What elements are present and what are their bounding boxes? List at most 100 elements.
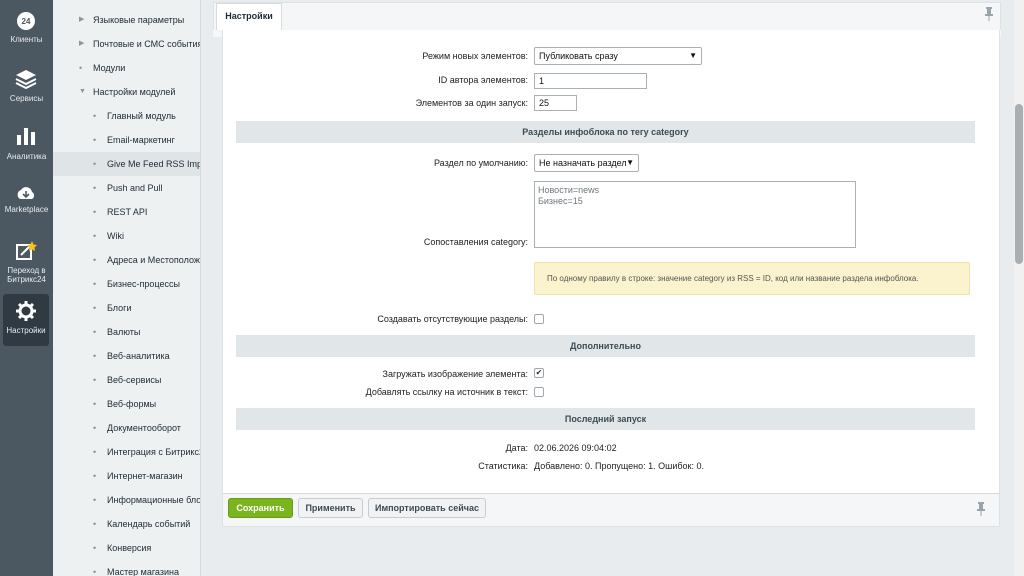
- default-section-label: Раздел по умолчанию:: [433, 158, 528, 168]
- tree-item[interactable]: • REST API: [53, 200, 200, 224]
- left-navigation: 24 Клиенты Сервисы Аналитика Marketplace…: [0, 0, 53, 576]
- expand-arrow-icon[interactable]: ▶: [79, 32, 84, 56]
- bullet-icon: •: [93, 135, 97, 145]
- chevron-down-icon: ▼: [689, 51, 697, 60]
- nav-marketplace-label: Marketplace: [4, 205, 49, 214]
- analytics-icon: [17, 128, 35, 145]
- chevron-down-icon: ▼: [626, 158, 634, 167]
- import-now-button[interactable]: Импортировать сейчас: [368, 498, 486, 518]
- nav-clients-label: Клиенты: [10, 35, 43, 44]
- collapse-arrow-icon[interactable]: ▼: [79, 80, 86, 104]
- mapping-textarea[interactable]: Новости=news Бизнес=15: [534, 181, 856, 248]
- tree-item[interactable]: • Адреса и Местоположе: [53, 248, 200, 272]
- tree-item[interactable]: • Мастер магазина: [53, 560, 200, 576]
- bullet-icon: •: [93, 231, 97, 241]
- tree-item[interactable]: • Веб-формы: [53, 392, 200, 416]
- bullet-icon: •: [93, 447, 97, 457]
- bullet-icon: •: [93, 543, 97, 553]
- tree-item[interactable]: • Веб-аналитика: [53, 344, 200, 368]
- nav-settings-label: Настройки: [6, 326, 46, 335]
- bullet-icon: •: [93, 111, 97, 121]
- load-image-label: Загружать изображение элемента:: [382, 369, 528, 379]
- mode-select[interactable]: Публиковать сразу ▼: [534, 47, 702, 65]
- tree-item[interactable]: • Веб-сервисы: [53, 368, 200, 392]
- bullet-icon: •: [79, 63, 83, 73]
- tree-item[interactable]: • Push and Pull: [53, 176, 200, 200]
- bullet-icon: •: [93, 351, 97, 361]
- add-link-label: Добавлять ссылку на источник в текст:: [365, 387, 528, 397]
- author-label: ID автора элементов:: [438, 75, 528, 85]
- bullet-icon: •: [93, 183, 97, 193]
- stats-label: Статистика:: [478, 461, 528, 471]
- bullet-icon: •: [93, 519, 97, 529]
- last-run-date: 02.06.2026 09:04:02: [534, 443, 617, 453]
- create-missing-label: Создавать отсутствующие разделы:: [377, 314, 528, 324]
- tree-item[interactable]: • Валюты: [53, 320, 200, 344]
- clients-icon: 24: [17, 12, 35, 30]
- tree-item[interactable]: • Документооборот: [53, 416, 200, 440]
- tab-settings[interactable]: Настройки: [216, 3, 282, 31]
- nav-analytics[interactable]: Аналитика: [0, 122, 53, 174]
- pin-icon[interactable]: [984, 7, 994, 21]
- settings-tree: ▶ Языковые параметры ▶ Почтовые и СМС собы…: [53, 0, 201, 576]
- bullet-icon: •: [93, 327, 97, 337]
- bullet-icon: •: [93, 399, 97, 409]
- page-scrollbar[interactable]: [1014, 0, 1024, 576]
- default-section-select[interactable]: Не назначать раздел ▼: [534, 154, 639, 172]
- last-run-stats: Добавлено: 0. Пропущено: 1. Ошибок: 0.: [534, 461, 704, 471]
- nav-services-label: Сервисы: [9, 94, 44, 103]
- tree-item[interactable]: • Email-маркетинг: [53, 128, 200, 152]
- tree-item-selected[interactable]: • Give Me Feed RSS Impo: [53, 152, 200, 176]
- tree-item[interactable]: • Календарь событий: [53, 512, 200, 536]
- tree-item[interactable]: • Информационные блок: [53, 488, 200, 512]
- tab-bar: Настройки: [213, 2, 1001, 31]
- tree-item[interactable]: ▼ Настройки модулей: [53, 80, 200, 104]
- scrollbar-thumb[interactable]: [1015, 104, 1023, 264]
- expand-arrow-icon[interactable]: ▶: [79, 8, 84, 32]
- batch-size-input[interactable]: 25: [534, 95, 577, 111]
- nav-bitrix24[interactable]: Переход в Битрикс24: [0, 236, 53, 288]
- section-header-additional: Дополнительно: [236, 335, 975, 357]
- save-button[interactable]: Сохранить: [228, 498, 293, 518]
- date-label: Дата:: [505, 443, 528, 453]
- bullet-icon: •: [93, 255, 97, 265]
- author-id-input[interactable]: 1: [534, 73, 647, 89]
- layers-icon: [15, 70, 37, 90]
- apply-button[interactable]: Применить: [298, 498, 363, 518]
- gear-icon: [16, 301, 36, 321]
- nav-settings[interactable]: Настройки: [3, 294, 49, 346]
- bullet-icon: •: [93, 159, 97, 169]
- tree-item[interactable]: • Модули: [53, 56, 200, 80]
- nav-bitrix24-label: Переход в Битрикс24: [7, 266, 46, 284]
- cloud-icon: [17, 187, 35, 199]
- section-header-category: Разделы инфоблока по тегу category: [236, 121, 975, 143]
- bullet-icon: •: [93, 495, 97, 505]
- tree-item[interactable]: • Конверсия: [53, 536, 200, 560]
- create-missing-checkbox[interactable]: [534, 314, 544, 324]
- tree-item[interactable]: • Бизнес-процессы: [53, 272, 200, 296]
- nav-marketplace[interactable]: Marketplace: [0, 180, 53, 232]
- bullet-icon: •: [93, 471, 97, 481]
- pin-icon[interactable]: [976, 502, 986, 516]
- bullet-icon: •: [93, 303, 97, 313]
- add-link-checkbox[interactable]: [534, 387, 544, 397]
- bitrix-icon: [16, 241, 37, 260]
- nav-clients[interactable]: 24 Клиенты: [0, 4, 53, 56]
- section-header-last-run: Последний запуск: [236, 408, 975, 430]
- tree-item[interactable]: • Главный модуль: [53, 104, 200, 128]
- tree-item[interactable]: • Интернет-магазин: [53, 464, 200, 488]
- mode-label: Режим новых элементов:: [422, 51, 528, 61]
- bullet-icon: •: [93, 423, 97, 433]
- tree-item[interactable]: ▶ Почтовые и СМС события: [53, 32, 200, 56]
- mapping-hint: По одному правилу в строке: значение cat…: [534, 262, 970, 295]
- tree-item[interactable]: ▶ Языковые параметры: [53, 8, 200, 32]
- tree-item[interactable]: • Wiki: [53, 224, 200, 248]
- nav-services[interactable]: Сервисы: [0, 64, 53, 116]
- tree-item[interactable]: • Блоги: [53, 296, 200, 320]
- bullet-icon: •: [93, 375, 97, 385]
- mapping-label: Сопоставления category:: [423, 237, 528, 247]
- load-image-checkbox[interactable]: ✔: [534, 368, 544, 378]
- nav-analytics-label: Аналитика: [6, 152, 47, 161]
- tree-item[interactable]: • Интеграция с Битрикс2: [53, 440, 200, 464]
- bullet-icon: •: [93, 279, 97, 289]
